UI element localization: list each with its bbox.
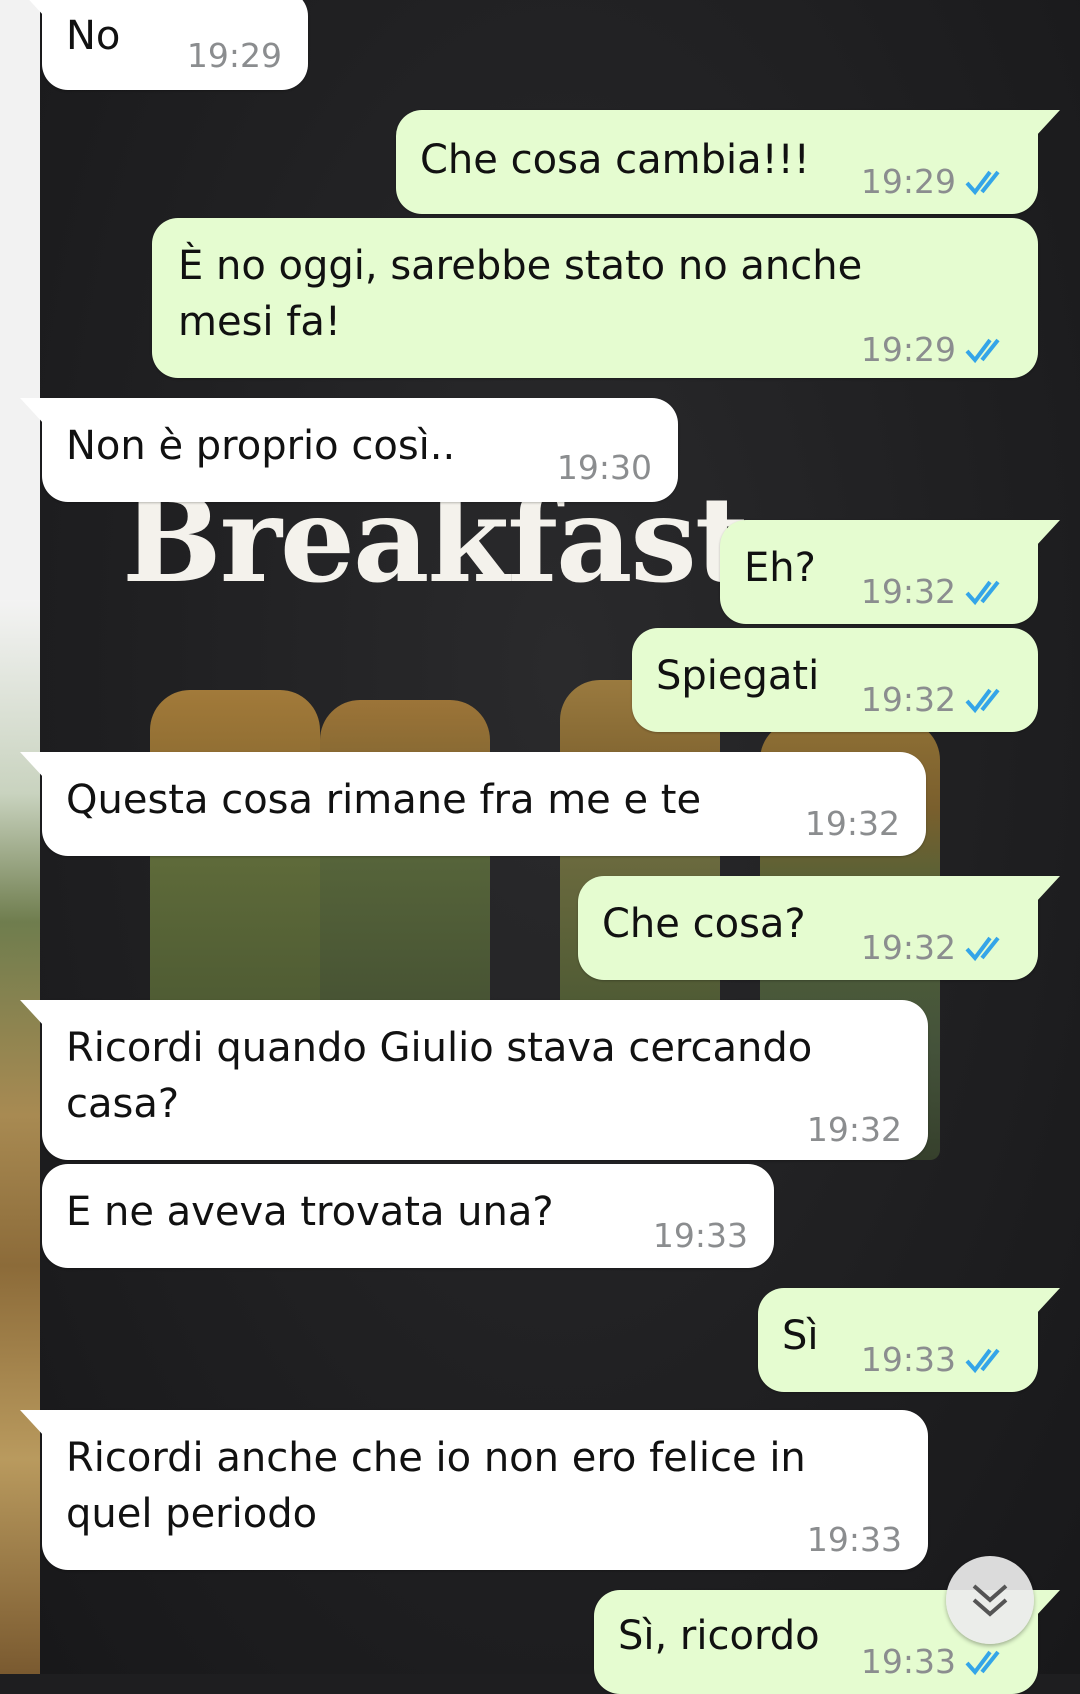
message-list[interactable]: No 19:29 Che cosa cambia!!! 19:29 È no o… xyxy=(0,0,1080,1694)
message-text: Che cosa? xyxy=(602,901,806,947)
message-text: Ricordi quando Giulio stava cercando cas… xyxy=(66,1025,813,1127)
double-check-icon xyxy=(965,1348,1000,1374)
message-time: 19:33 xyxy=(652,1216,748,1255)
message-bubble-incoming[interactable]: E ne aveva trovata una? 19:33 xyxy=(42,1164,774,1268)
message-bubble-incoming[interactable]: Non è proprio così.. 19:30 xyxy=(20,398,678,502)
message-text: È no oggi, sarebbe stato no anche mesi f… xyxy=(178,243,863,345)
message-time: 19:30 xyxy=(556,448,652,487)
message-text: Ricordi anche che io non ero felice in q… xyxy=(66,1435,806,1537)
message-text: Non è proprio così.. xyxy=(66,423,456,469)
message-text: Sì, ricordo xyxy=(618,1613,820,1659)
message-bubble-outgoing[interactable]: Sì 19:33 xyxy=(758,1288,1060,1392)
message-text: Spiegati xyxy=(656,653,820,699)
scroll-to-bottom-button[interactable] xyxy=(946,1556,1034,1644)
message-text: Eh? xyxy=(744,545,816,591)
message-time: 19:29 xyxy=(860,162,956,201)
double-check-icon xyxy=(965,936,1000,962)
message-text: Sì xyxy=(782,1313,819,1359)
message-time: 19:32 xyxy=(860,928,956,967)
message-time: 19:32 xyxy=(804,804,900,843)
message-bubble-incoming[interactable]: Ricordi quando Giulio stava cercando cas… xyxy=(20,1000,928,1160)
message-bubble-outgoing[interactable]: Che cosa cambia!!! 19:29 xyxy=(396,110,1060,214)
message-time: 19:33 xyxy=(806,1520,902,1559)
message-time: 19:33 xyxy=(860,1340,956,1379)
message-time: 19:29 xyxy=(860,330,956,369)
message-bubble-incoming[interactable]: Ricordi anche che io non ero felice in q… xyxy=(20,1410,928,1570)
chevron-double-down-icon xyxy=(972,1584,1008,1617)
double-check-icon xyxy=(965,580,1000,606)
message-bubble-outgoing[interactable]: È no oggi, sarebbe stato no anche mesi f… xyxy=(152,218,1038,378)
message-time: 19:32 xyxy=(860,572,956,611)
message-bubble-outgoing[interactable]: Che cosa? 19:32 xyxy=(578,876,1060,980)
double-check-icon xyxy=(965,1650,1000,1676)
message-text: E ne aveva trovata una? xyxy=(66,1189,554,1235)
message-text: Che cosa cambia!!! xyxy=(420,137,810,183)
message-text: Questa cosa rimane fra me e te xyxy=(66,777,702,823)
message-time: 19:33 xyxy=(860,1642,956,1681)
double-check-icon xyxy=(965,170,1000,196)
message-bubble-incoming[interactable]: Questa cosa rimane fra me e te 19:32 xyxy=(20,752,926,856)
message-bubble-outgoing[interactable]: Eh? 19:32 xyxy=(720,520,1060,624)
message-text: No xyxy=(66,13,121,59)
double-check-icon xyxy=(965,338,1000,364)
message-bubble-outgoing[interactable]: Spiegati 19:32 xyxy=(632,628,1038,732)
message-time: 19:32 xyxy=(806,1110,902,1149)
message-time: 19:29 xyxy=(186,36,282,75)
message-bubble-incoming[interactable]: No 19:29 xyxy=(20,0,308,90)
double-check-icon xyxy=(965,688,1000,714)
message-time: 19:32 xyxy=(860,680,956,719)
